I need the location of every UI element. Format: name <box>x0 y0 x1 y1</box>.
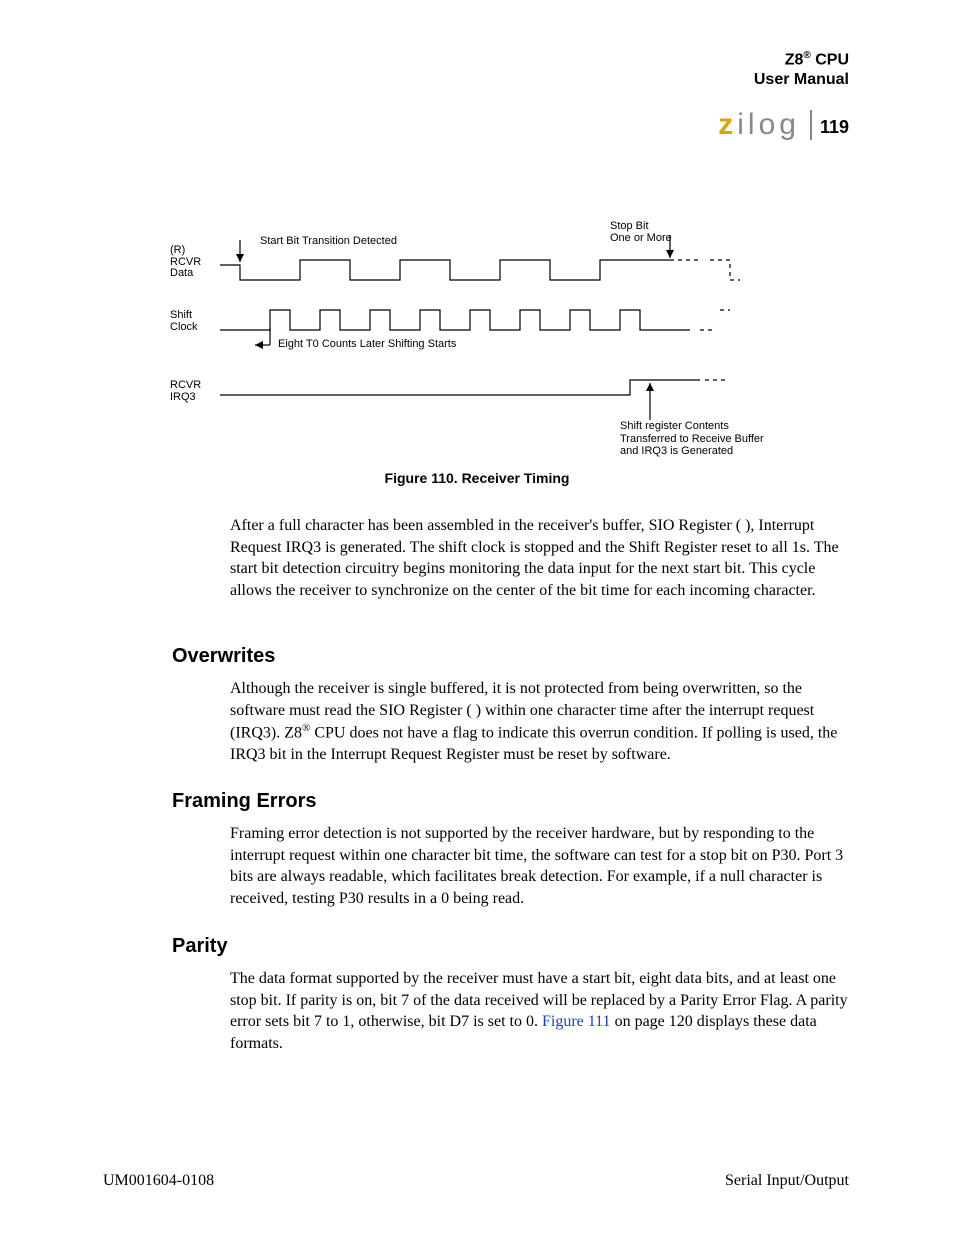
label-stop-bit: Stop Bit One or More <box>610 220 672 244</box>
logo-rest: ilog <box>737 108 800 141</box>
label-sr2: Transferred to Receive Buffer <box>620 433 764 445</box>
label-stop1: Stop Bit <box>610 220 649 232</box>
label-rcvr-r: (R) <box>170 244 185 256</box>
heading-overwrites: Overwrites <box>172 645 275 668</box>
para-after-figure: After a full character has been assemble… <box>230 515 850 601</box>
doc-header: Z8® CPU User Manual <box>754 50 849 90</box>
body-overwrites: Although the receiver is single buffered… <box>230 678 850 766</box>
figure-caption: Figure 110. Receiver Timing <box>0 470 954 486</box>
heading-framing: Framing Errors <box>172 790 316 813</box>
label-shift-clock: Shift Clock <box>170 310 198 333</box>
header-line1-a: Z8 <box>785 51 804 68</box>
body-framing: Framing error detection is not supported… <box>230 823 850 909</box>
label-irq1: RCVR <box>170 379 201 391</box>
page: Z8® CPU User Manual zilog 119 <box>0 0 954 1235</box>
label-rcvr-data: (R) RCVR Data <box>170 245 201 280</box>
logo-block: zilog 119 <box>718 110 849 140</box>
label-rcvr: RCVR <box>170 256 201 268</box>
body-parity: The data format supported by the receive… <box>230 968 850 1054</box>
footer-right: Serial Input/Output <box>725 1172 849 1190</box>
label-shift-reg: Shift register Contents Transferred to R… <box>620 420 764 458</box>
label-sc1: Shift <box>170 309 192 321</box>
logo-z: z <box>718 108 737 141</box>
label-stop2: One or More <box>610 232 672 244</box>
label-rcvr2: Data <box>170 267 193 279</box>
label-sc2: Clock <box>170 321 198 333</box>
page-number: 119 <box>812 117 849 140</box>
zilog-logo: zilog <box>718 110 812 140</box>
label-start-bit: Start Bit Transition Detected <box>260 235 397 247</box>
figure-111-link[interactable]: Figure 111 <box>542 1013 611 1030</box>
label-sr3: and IRQ3 is Generated <box>620 445 733 457</box>
overwrites-b: CPU does not have a flag to indicate thi… <box>230 725 837 764</box>
label-sr1: Shift register Contents <box>620 420 729 432</box>
label-rcvr-irq: RCVR IRQ3 <box>170 380 201 403</box>
header-reg-mark: ® <box>803 50 810 61</box>
figure-110: (R) RCVR Data Start Bit Transition Detec… <box>170 220 780 460</box>
header-line2: User Manual <box>754 71 849 88</box>
footer-left: UM001604-0108 <box>103 1172 214 1190</box>
heading-parity: Parity <box>172 935 228 958</box>
label-eight-t0: Eight T0 Counts Later Shifting Starts <box>278 338 456 350</box>
label-irq2: IRQ3 <box>170 391 196 403</box>
header-line1-b: CPU <box>811 51 849 68</box>
